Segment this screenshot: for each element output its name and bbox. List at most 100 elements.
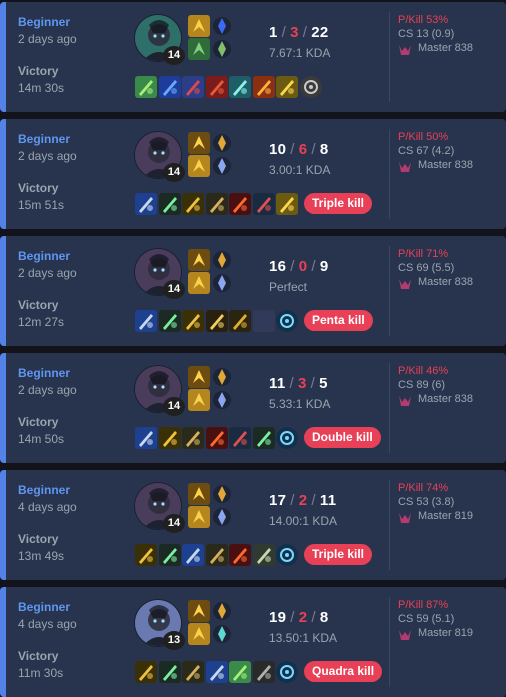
item-cross-swords-icon[interactable] [206, 310, 228, 332]
heal-icon[interactable] [188, 132, 210, 154]
item-ward-blue-icon[interactable] [276, 661, 298, 683]
heal-icon[interactable] [188, 249, 210, 271]
match-result: Victory [18, 649, 59, 663]
champion-level: 14 [163, 514, 185, 533]
item-gold-blade-icon[interactable] [135, 544, 157, 566]
sorcery-rune-icon[interactable] [211, 389, 233, 411]
item-empty-icon[interactable] [253, 310, 275, 332]
domination-rune-icon[interactable] [211, 249, 233, 271]
item-gold-blade-icon[interactable] [182, 310, 204, 332]
match-card[interactable]: Beginner 4 days ago Victory 13m 49s 14 17/2… [0, 470, 506, 580]
item-gold-icon[interactable] [276, 76, 298, 98]
item-boots-icon[interactable] [135, 193, 157, 215]
creep-score: CS 69 (5.5) [398, 262, 455, 274]
item-gold-blade-icon[interactable] [182, 193, 204, 215]
item-boots-icon[interactable] [182, 544, 204, 566]
item-gold-blade2-icon[interactable] [229, 310, 251, 332]
item-bow-icon[interactable] [182, 427, 204, 449]
item-ward-gray-icon[interactable] [300, 76, 322, 98]
deaths: 3 [297, 375, 307, 392]
heal-icon[interactable] [188, 483, 210, 505]
inspiration-rune-icon[interactable] [211, 623, 233, 645]
domination-rune-icon[interactable] [211, 483, 233, 505]
domination-rune-icon[interactable] [211, 366, 233, 388]
item-blade-icon[interactable] [159, 310, 181, 332]
item-gold-blade-icon[interactable] [159, 427, 181, 449]
heal-icon[interactable] [188, 600, 210, 622]
item-boots-icon[interactable] [135, 427, 157, 449]
average-rank: Master 838 [418, 276, 474, 288]
resolve-rune-icon[interactable] [211, 38, 233, 60]
kda-score: 10/6/8 [269, 141, 329, 158]
item-ward-blue-icon[interactable] [276, 544, 298, 566]
item-boots-icon[interactable] [206, 661, 228, 683]
champion-level: 13 [163, 631, 185, 650]
item-ward-blue-icon[interactable] [276, 310, 298, 332]
sorcery-rune-icon[interactable] [211, 155, 233, 177]
item-blade-icon[interactable] [159, 544, 181, 566]
item-blade-icon[interactable] [159, 193, 181, 215]
flash-icon[interactable] [188, 15, 210, 37]
domination-rune-icon[interactable] [211, 600, 233, 622]
kill-participation: P/Kill 50% [398, 131, 449, 143]
flash-icon[interactable] [188, 272, 210, 294]
match-card[interactable]: Beginner 2 days ago Victory 14m 50s 14 11/3… [0, 353, 506, 463]
domination-rune-icon[interactable] [211, 132, 233, 154]
queue-type: Beginner [18, 15, 71, 29]
multikill-badge: Penta kill [304, 310, 373, 331]
item-blade-icon[interactable] [159, 661, 181, 683]
sorcery-rune-icon[interactable] [211, 506, 233, 528]
divider [389, 597, 390, 687]
item-boots-icon[interactable] [135, 310, 157, 332]
master-rank-icon [398, 628, 412, 640]
creep-score: CS 89 (6) [398, 379, 446, 391]
item-pickaxe-icon[interactable] [253, 661, 275, 683]
master-rank-icon [398, 277, 412, 289]
kda-ratio: 7.67:1 KDA [269, 46, 331, 60]
sorcery-rune-icon[interactable] [211, 272, 233, 294]
item-green-icon[interactable] [135, 76, 157, 98]
kda-ratio: 13.50:1 KDA [269, 631, 338, 645]
flash-icon[interactable] [188, 506, 210, 528]
item-orange-icon[interactable] [253, 76, 275, 98]
item-red-sword-icon[interactable] [229, 193, 251, 215]
item-gold-icon[interactable] [276, 193, 298, 215]
item-bow-icon[interactable] [206, 544, 228, 566]
item-blade-icon[interactable] [253, 427, 275, 449]
item-cleaver-icon[interactable] [229, 427, 251, 449]
item-blue-red-icon[interactable] [182, 76, 204, 98]
item-red-sword-icon[interactable] [229, 544, 251, 566]
item-blue-icon[interactable] [159, 76, 181, 98]
flash-icon[interactable] [188, 389, 210, 411]
item-red-sword-icon[interactable] [206, 427, 228, 449]
kda-ratio: 3.00:1 KDA [269, 163, 331, 177]
kda-ratio: Perfect [269, 280, 308, 294]
kda-ratio: 14.00:1 KDA [269, 514, 338, 528]
deaths: 2 [298, 492, 308, 509]
item-bow-icon[interactable] [182, 661, 204, 683]
precision-rune-icon[interactable] [211, 15, 233, 37]
kda-score: 16/0/9 [269, 258, 329, 275]
item-gold-blade-icon[interactable] [135, 661, 157, 683]
heal-icon[interactable] [188, 366, 210, 388]
item-ward-blue-icon[interactable] [276, 427, 298, 449]
ghost-icon[interactable] [188, 38, 210, 60]
assists: 11 [319, 492, 337, 509]
flash-icon[interactable] [188, 155, 210, 177]
kda-score: 1/3/22 [269, 24, 329, 41]
item-teal-icon[interactable] [229, 76, 251, 98]
match-card[interactable]: Beginner 2 days ago Victory 12m 27s 14 16/0… [0, 236, 506, 346]
match-card[interactable]: Beginner 2 days ago Victory 15m 51s 14 10/6… [0, 119, 506, 229]
match-card[interactable]: Beginner 4 days ago Victory 11m 30s 13 19/2… [0, 587, 506, 697]
kills: 10 [269, 141, 287, 158]
multikill-badge: Triple kill [304, 544, 373, 565]
champion-level: 14 [163, 46, 185, 65]
item-green-icon[interactable] [229, 661, 251, 683]
item-greatsword-icon[interactable] [253, 544, 275, 566]
master-rank-icon [398, 394, 412, 406]
item-red-icon[interactable] [206, 76, 228, 98]
item-bow-icon[interactable] [206, 193, 228, 215]
flash-icon[interactable] [188, 623, 210, 645]
match-card[interactable]: Beginner 2 days ago Victory 14m 30s 14 1/3/… [0, 2, 506, 112]
item-cleaver-icon[interactable] [253, 193, 275, 215]
